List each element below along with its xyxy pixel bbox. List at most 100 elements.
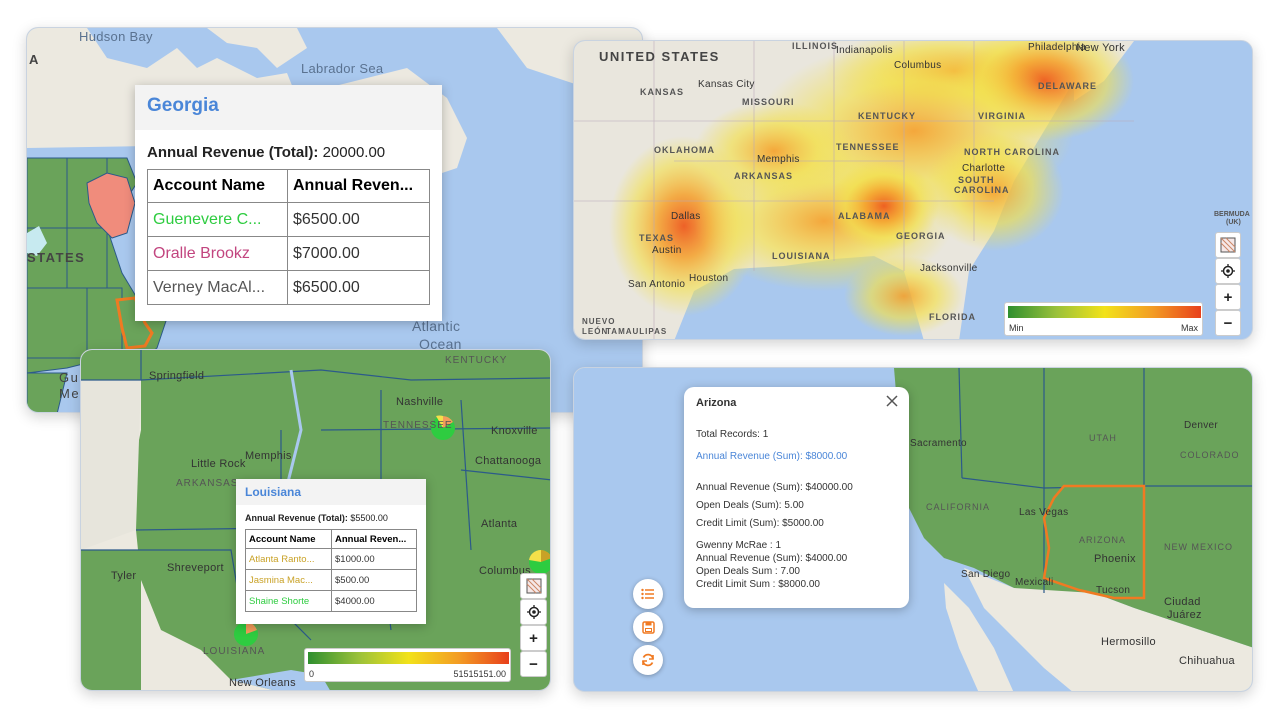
- accounts-table: Account Name Annual Reven... Guenevere C…: [147, 169, 430, 305]
- label-tennessee: TENNESSEE: [836, 142, 900, 152]
- locate-button[interactable]: [1215, 258, 1241, 284]
- value-legend: 0 51515151.00: [304, 648, 511, 682]
- label-san-diego: San Diego: [961, 569, 1011, 580]
- label-me: Me: [59, 386, 81, 401]
- total-label: Annual Revenue (Total):: [147, 144, 319, 161]
- total-label: Annual Revenue (Total):: [245, 513, 348, 523]
- zoom-in-button[interactable]: +: [1215, 284, 1241, 310]
- locate-icon: [1221, 264, 1235, 278]
- arizona-popup: Arizona Total Records: 1 Annual Revenue …: [684, 387, 909, 608]
- label-little-rock: Little Rock: [191, 458, 246, 470]
- table-row[interactable]: Guenevere C... $6500.00: [147, 202, 430, 237]
- zoom-out-button[interactable]: −: [520, 651, 547, 677]
- label-tennessee: TENNESSEE: [383, 420, 453, 431]
- table-row[interactable]: Verney MacAl... $6500.00: [147, 270, 430, 305]
- heatmap-canvas[interactable]: [574, 41, 1253, 340]
- label-arkansas: ARKANSAS: [734, 171, 794, 181]
- popup-title: Louisiana: [236, 479, 426, 505]
- legend-gradient: [1008, 306, 1201, 318]
- louisiana-popup: Louisiana Annual Revenue (Total): $5500.…: [236, 479, 426, 624]
- label-virginia: VIRGINIA: [978, 111, 1027, 121]
- zoom-out-button[interactable]: −: [1215, 310, 1241, 336]
- label-austin: Austin: [652, 245, 682, 256]
- map-panel-arizona[interactable]: UTAH Sacramento COLORADO Denver CALIFORN…: [573, 367, 1253, 692]
- record-line: Gwenny McRae : 1: [696, 540, 782, 551]
- refresh-icon: [642, 653, 654, 667]
- label-arizona: ARIZONA: [1079, 535, 1127, 545]
- map-panel-louisiana[interactable]: KENTUCKY Springfield Nashville TENNESSEE…: [80, 349, 551, 691]
- col-annual-revenue[interactable]: Annual Reven...: [287, 169, 430, 203]
- locate-button[interactable]: [520, 599, 547, 625]
- label-new-orleans: New Orleans: [229, 677, 296, 689]
- account-name-cell[interactable]: Atlanta Ranto...: [245, 548, 332, 570]
- close-icon: [886, 395, 898, 407]
- label-houston: Houston: [689, 273, 729, 284]
- popup-total: Annual Revenue (Total): $5500.00: [236, 505, 426, 529]
- save-button[interactable]: [633, 612, 663, 642]
- close-button[interactable]: [885, 394, 899, 408]
- total-records: Total Records: 1: [696, 429, 769, 440]
- record-line: Open Deals Sum : 7.00: [696, 566, 800, 577]
- label-memphis: Memphis: [245, 450, 292, 462]
- zoom-in-button[interactable]: +: [520, 625, 547, 651]
- label-illinois: ILLINOIS: [792, 41, 838, 51]
- layers-button[interactable]: [520, 573, 547, 599]
- table-header-row: Account Name Annual Reven...: [147, 169, 430, 203]
- legend-gradient: [308, 652, 509, 664]
- pie-marker-louisiana[interactable]: [234, 622, 258, 646]
- label-hermosillo: Hermosillo: [1101, 636, 1156, 648]
- label-tamaulipas: TAMAULIPAS: [606, 327, 668, 336]
- summary-lines: Annual Revenue (Sum): $40000.00 Open Dea…: [696, 479, 853, 533]
- label-louisiana: LOUISIANA: [203, 646, 266, 657]
- col-account-name[interactable]: Account Name: [147, 169, 288, 203]
- accounts-table: Account Name Annual Reven... Atlanta Ran…: [245, 529, 417, 612]
- label-ciudad: Ciudad: [1164, 596, 1201, 608]
- revenue-cell: $1000.00: [331, 548, 417, 570]
- label-a: A: [29, 52, 40, 67]
- table-row[interactable]: Jasmina Mac... $500.00: [245, 569, 417, 591]
- label-new-mexico: NEW MEXICO: [1164, 542, 1234, 552]
- refresh-button[interactable]: [633, 645, 663, 675]
- label-gu: Gu: [59, 370, 80, 385]
- label-shreveport: Shreveport: [167, 562, 224, 574]
- label-bermuda-uk: (UK): [1226, 219, 1241, 226]
- label-south: SOUTH: [958, 175, 995, 185]
- summary-line: Annual Revenue (Sum): $40000.00: [696, 482, 853, 493]
- account-name-cell[interactable]: Oralle Brookz: [147, 236, 288, 271]
- account-name-cell[interactable]: Jasmina Mac...: [245, 569, 332, 591]
- label-kentucky: KENTUCKY: [858, 111, 917, 121]
- label-georgia: GEORGIA: [896, 231, 946, 241]
- label-florida: FLORIDA: [929, 312, 976, 322]
- account-name-cell[interactable]: Verney MacAl...: [147, 270, 288, 305]
- label-sacramento: Sacramento: [910, 438, 967, 449]
- label-utah: UTAH: [1089, 433, 1117, 443]
- label-labrador-sea: Labrador Sea: [301, 61, 384, 76]
- table-row[interactable]: Oralle Brookz $7000.00: [147, 236, 430, 271]
- layers-button[interactable]: [1215, 232, 1241, 258]
- popup-title: Georgia: [135, 85, 442, 130]
- col-account-name[interactable]: Account Name: [245, 529, 332, 549]
- map-panel-heatmap[interactable]: UNITED STATES Indianapolis Philadelphia …: [573, 40, 1253, 340]
- total-value: 20000.00: [322, 144, 386, 161]
- label-kansas-city: Kansas City: [698, 79, 755, 90]
- label-missouri: MISSOURI: [742, 97, 795, 107]
- col-annual-revenue[interactable]: Annual Reven...: [331, 529, 417, 549]
- record-lines: Gwenny McRae : 1 Annual Revenue (Sum): $…: [696, 539, 847, 591]
- total-value: $5500.00: [350, 513, 388, 523]
- record-line: Annual Revenue (Sum): $4000.00: [696, 553, 848, 564]
- list-button[interactable]: [633, 579, 663, 609]
- table-row[interactable]: Shaine Shorte $4000.00: [245, 590, 417, 612]
- heat-legend: Min Max: [1004, 302, 1203, 336]
- label-denver: Denver: [1184, 420, 1219, 431]
- legend-min: 0: [309, 669, 315, 679]
- label-kansas: KANSAS: [640, 87, 685, 97]
- label-arkansas: ARKANSAS: [176, 478, 239, 489]
- table-row[interactable]: Atlanta Ranto... $1000.00: [245, 548, 417, 570]
- account-name-cell[interactable]: Shaine Shorte: [245, 590, 332, 612]
- label-united-states: UNITED STATES: [599, 49, 720, 64]
- label-indianapolis: Indianapolis: [836, 45, 893, 56]
- legend-max: Max: [1180, 323, 1198, 333]
- label-las-vegas: Las Vegas: [1019, 507, 1069, 518]
- popup-total: Annual Revenue (Total): 20000.00: [135, 130, 442, 169]
- account-name-cell[interactable]: Guenevere C...: [147, 202, 288, 237]
